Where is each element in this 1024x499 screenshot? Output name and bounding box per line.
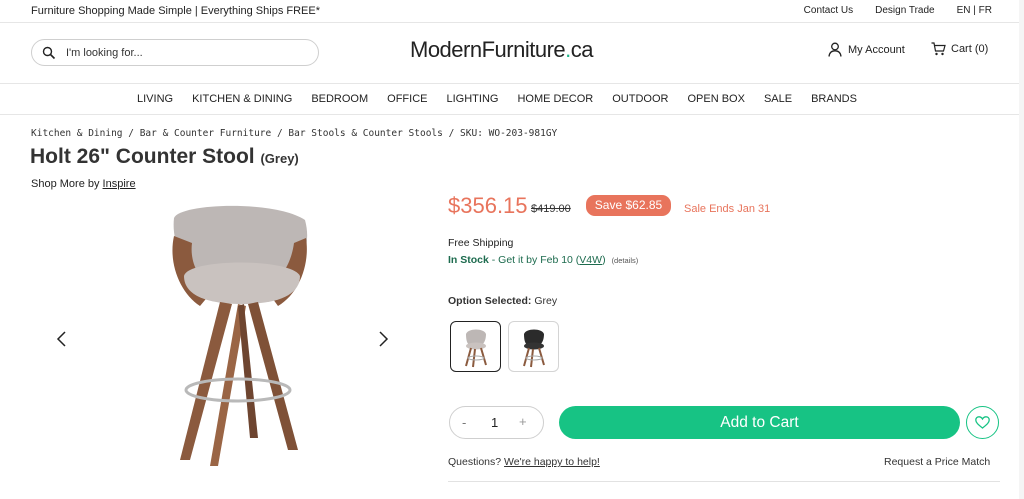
questions-text: Questions? We're happy to help! [448,456,600,468]
nav-item-lighting[interactable]: LIGHTING [447,93,499,105]
promo-text: Furniture Shopping Made Simple | Everyth… [31,5,320,17]
product-variant: (Grey) [260,151,299,166]
swatch-black-stool-image [523,329,545,368]
cart-icon [931,42,946,56]
site-header: ModernFurniture.ca My Account Cart (0) [0,23,1024,84]
breadcrumb-item[interactable]: Kitchen & Dining [31,128,123,139]
shop-more-by: Shop More by Inspire [31,178,136,190]
product-image-stool [172,205,308,466]
breadcrumb-item[interactable]: Bar Stools & Counter Stools [288,128,442,139]
top-announcement-bar: Furniture Shopping Made Simple | Everyth… [0,0,1024,23]
swatch-grey[interactable] [450,321,501,372]
swatch-grey-stool-image [465,329,487,368]
product-title: Holt 26" Counter Stool (Grey) [30,145,299,169]
swatch-black[interactable] [508,321,559,372]
delivery-close: ) [602,254,606,266]
breadcrumb-separator: / [122,128,140,139]
language-switcher[interactable]: EN | FR [957,5,992,16]
option-label: Option Selected: [448,295,532,307]
section-divider [448,481,1000,482]
add-to-cart-button[interactable]: Add to Cart [559,406,960,439]
search-icon[interactable] [42,46,56,60]
search-bar[interactable] [31,39,319,66]
option-selected: Option Selected: Grey [448,295,557,307]
logo-tld: ca [570,37,594,62]
stock-status: In Stock - Get it by Feb 10 (V4W) (detail… [448,254,638,266]
my-account-link[interactable]: My Account [828,42,905,57]
product-name: Holt 26" Counter Stool [30,145,255,168]
cart-link[interactable]: Cart (0) [931,42,988,56]
nav-item-office[interactable]: OFFICE [387,93,427,105]
quantity-value[interactable]: 1 [491,415,498,430]
brand-link[interactable]: Inspire [103,178,136,190]
wishlist-button[interactable] [966,406,999,439]
sale-price: $356.15 [448,193,528,218]
shipping-info: Free Shipping [448,237,514,249]
cart-label: Cart (0) [951,43,989,55]
main-navigation: LIVING KITCHEN & DINING BEDROOM OFFICE L… [0,84,1024,115]
breadcrumb-item[interactable]: Bar & Counter Furniture [140,128,272,139]
top-links: Contact Us Design Trade EN | FR [804,5,992,16]
price-match-link[interactable]: Request a Price Match [884,456,990,468]
heart-icon [975,416,990,429]
nav-item-home-decor[interactable]: HOME DECOR [517,93,593,105]
in-stock-label: In Stock [448,254,489,266]
original-price: $419.00 [531,203,571,215]
site-logo[interactable]: ModernFurniture.ca [410,37,594,63]
page-scrollbar[interactable] [1019,0,1024,499]
contact-us-link[interactable]: Contact Us [804,5,853,16]
logo-name: ModernFurniture [410,37,566,62]
nav-item-living[interactable]: LIVING [137,93,173,105]
nav-item-outdoor[interactable]: OUTDOOR [612,93,668,105]
breadcrumb: Kitchen & Dining / Bar & Counter Furnitu… [31,128,557,139]
sku-label: SKU: WO-203-981GY [460,128,558,139]
shop-more-prefix: Shop More by [31,178,103,190]
quantity-decrease-button[interactable]: - [462,415,466,430]
save-badge: Save $62.85 [586,195,671,216]
nav-item-sale[interactable]: SALE [764,93,792,105]
nav-item-open-box[interactable]: OPEN BOX [687,93,744,105]
account-label: My Account [848,43,905,56]
quantity-stepper[interactable]: - 1 + [449,406,544,439]
nav-item-brands[interactable]: BRANDS [811,93,857,105]
user-icon [828,42,842,57]
design-trade-link[interactable]: Design Trade [875,5,934,16]
delivery-estimate: - Get it by Feb 10 ( [488,254,580,266]
next-image-arrow-icon[interactable] [376,330,390,348]
breadcrumb-separator: / [442,128,461,139]
option-value: Grey [531,295,558,307]
breadcrumb-separator: / [271,128,289,139]
quantity-increase-button[interactable]: + [519,414,527,429]
search-input[interactable] [66,45,306,61]
help-link[interactable]: We're happy to help! [504,456,600,468]
nav-item-bedroom[interactable]: BEDROOM [311,93,368,105]
questions-prefix: Questions? [448,456,505,468]
previous-image-arrow-icon[interactable] [55,330,69,348]
postal-code-link[interactable]: V4W [579,254,602,266]
details-link[interactable]: (details) [612,256,639,265]
nav-item-kitchen-dining[interactable]: KITCHEN & DINING [192,93,292,105]
sale-ends-text: Sale Ends Jan 31 [684,203,771,215]
